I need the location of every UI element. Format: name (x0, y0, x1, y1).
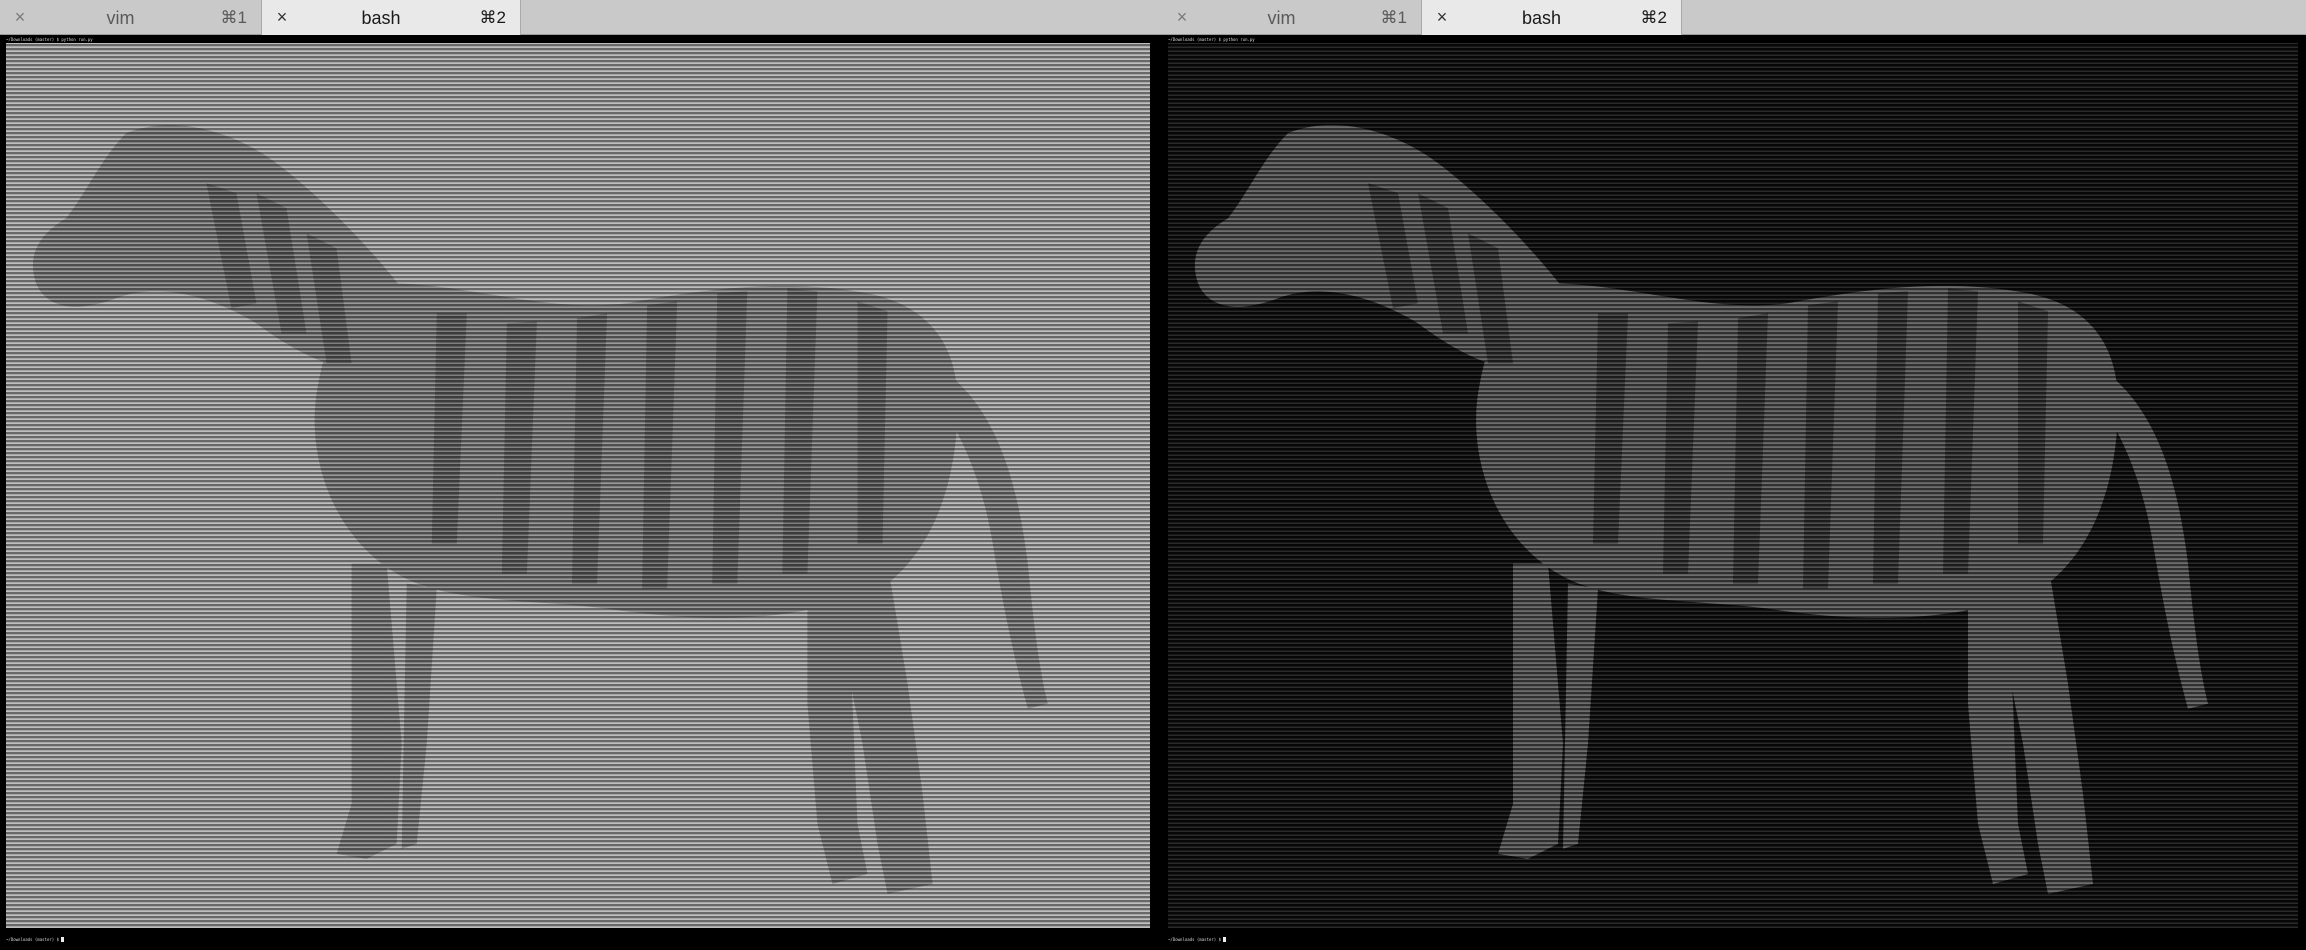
tab-bash[interactable]: × bash ⌘2 (262, 0, 521, 35)
terminal-area[interactable]: ~/Downloads (master) $ python run.py ~/D… (1168, 37, 2298, 950)
tab-title: vim (1267, 8, 1296, 28)
tab-title: bash (1521, 8, 1562, 28)
tab-bar: × vim ⌘1 × bash ⌘2 (1162, 0, 2306, 35)
terminal-area[interactable]: ~/Downloads (master) $ python run.py ~/D… (6, 37, 1150, 950)
tab-title: bash (361, 8, 401, 28)
cursor (61, 937, 65, 942)
tab-title: vim (106, 8, 135, 28)
tab-shortcut: ⌘2 (1640, 8, 1667, 27)
ascii-image-output (1168, 43, 2298, 928)
close-icon[interactable]: × (1434, 8, 1450, 26)
ascii-image-output (6, 43, 1150, 928)
prompt-text: ~/Downloads (master) $ (1168, 937, 1221, 942)
shell-prompt[interactable]: ~/Downloads (master) $ (6, 937, 65, 942)
tab-shortcut: ⌘1 (1380, 8, 1407, 27)
close-icon[interactable]: × (12, 8, 28, 26)
zebra-image (1194, 125, 2208, 894)
tab-bar: × vim ⌘1 × bash ⌘2 (0, 0, 1162, 35)
command-line: ~/Downloads (master) $ python run.py (6, 37, 93, 42)
tab-shortcut: ⌘1 (220, 8, 247, 27)
close-icon[interactable]: × (274, 8, 290, 26)
terminal-window-left: × vim ⌘1 × bash ⌘2 ~/Downloads (master) … (0, 0, 1162, 950)
tab-vim[interactable]: × vim ⌘1 (1162, 0, 1422, 35)
zebra-image (32, 125, 1048, 894)
close-icon[interactable]: × (1174, 8, 1190, 26)
command-line: ~/Downloads (master) $ python run.py (1168, 37, 1255, 42)
cursor (1223, 937, 1227, 942)
terminal-window-right: × vim ⌘1 × bash ⌘2 ~/Downloads (master) … (1162, 0, 2306, 950)
shell-prompt[interactable]: ~/Downloads (master) $ (1168, 937, 1227, 942)
tab-vim[interactable]: × vim ⌘1 (0, 0, 262, 35)
prompt-text: ~/Downloads (master) $ (6, 937, 59, 942)
tab-bash[interactable]: × bash ⌘2 (1422, 0, 1682, 35)
tab-shortcut: ⌘2 (479, 8, 506, 27)
